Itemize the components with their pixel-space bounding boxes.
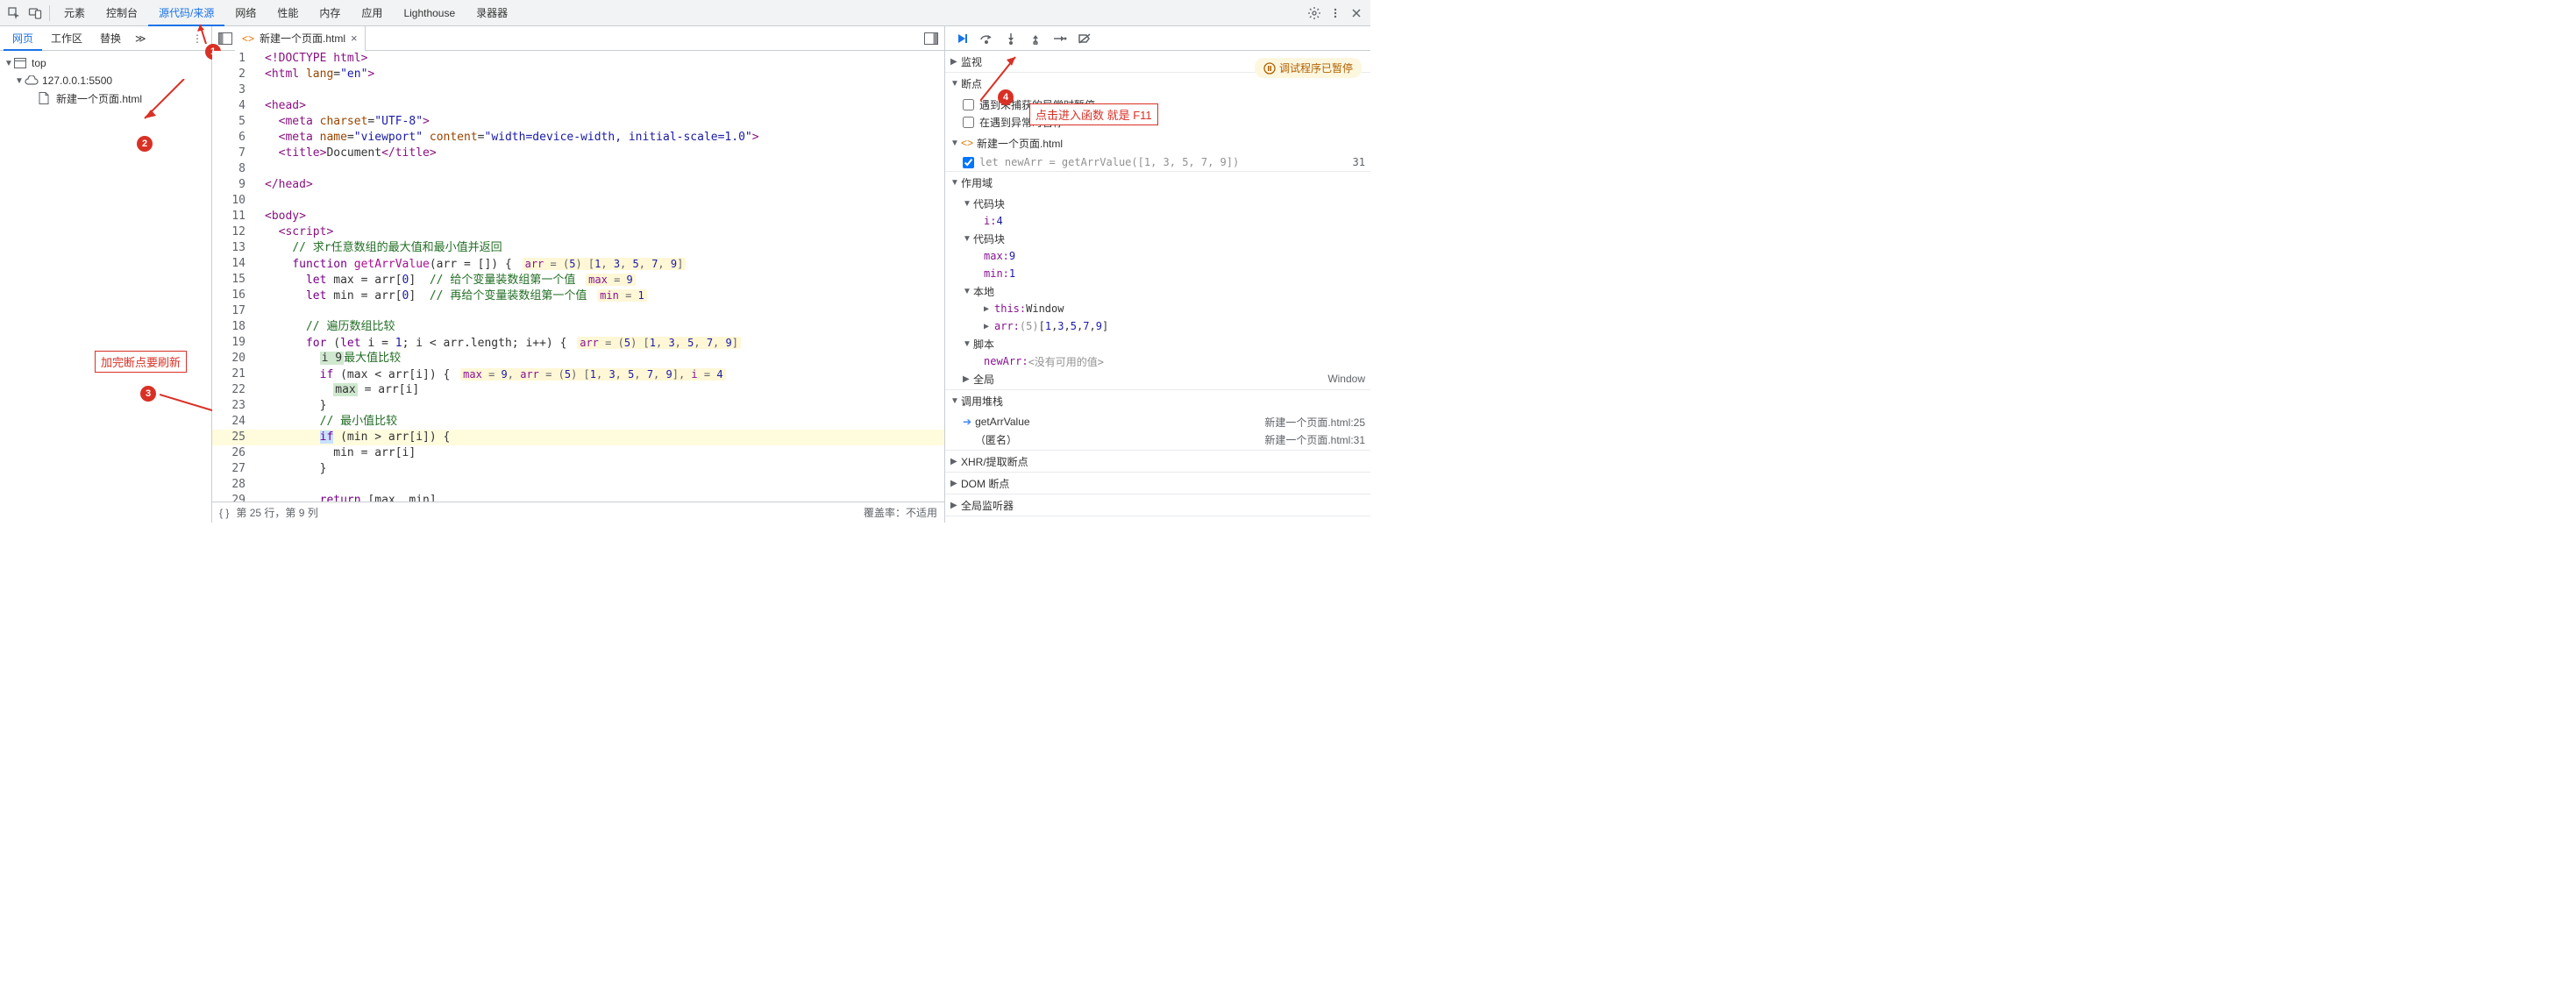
tree-top-label: top bbox=[32, 57, 46, 69]
bp-pause-caught[interactable]: 在遇到异常时暂停 bbox=[945, 113, 1370, 131]
scope-var-this[interactable]: ▶this: Window bbox=[945, 300, 1370, 317]
callstack-frame-1[interactable]: （匿名） 新建一个页面.html:31 bbox=[945, 431, 1370, 448]
scope-var-i: i: 4 bbox=[945, 212, 1370, 230]
close-devtools-icon[interactable] bbox=[1346, 3, 1367, 24]
resume-button[interactable] bbox=[950, 29, 973, 48]
window-icon bbox=[14, 58, 28, 68]
tree-file-label: 新建一个页面.html bbox=[56, 91, 142, 106]
callstack-section-header[interactable]: ▼调用堆栈 bbox=[945, 390, 1370, 411]
cloud-icon bbox=[25, 75, 39, 86]
nav-tab-page[interactable]: 网页 bbox=[4, 26, 42, 51]
scope-var-min: min: 1 bbox=[945, 265, 1370, 282]
tab-network[interactable]: 网络 bbox=[224, 0, 267, 26]
annotation-refresh: 加完断点要刷新 bbox=[95, 351, 187, 373]
tree-top[interactable]: ▼ top bbox=[0, 54, 211, 72]
tab-memory[interactable]: 内存 bbox=[309, 0, 351, 26]
deactivate-breakpoints-button[interactable] bbox=[1073, 29, 1096, 48]
toggle-debugger-icon[interactable] bbox=[922, 29, 941, 48]
devtools-top-tabs: 元素 控制台 源代码/来源 网络 性能 内存 应用 Lighthouse 录器器 bbox=[0, 0, 1370, 26]
callstack-frame-0[interactable]: ➔ getArrValue 新建一个页面.html:25 bbox=[945, 413, 1370, 431]
tab-recorder[interactable]: 录器器 bbox=[466, 0, 518, 26]
device-toggle-icon[interactable] bbox=[25, 3, 46, 24]
editor-panel: <> 新建一个页面.html × 1 1<!DOCTYPE html> 2<ht… bbox=[212, 26, 945, 523]
tree-origin[interactable]: ▼ 127.0.0.1:5500 bbox=[0, 72, 211, 89]
tab-sources[interactable]: 源代码/来源 bbox=[148, 0, 224, 26]
scope-block2[interactable]: ▼代码块 bbox=[945, 230, 1370, 247]
bp-pause-uncaught[interactable]: 遇到未捕获的异常时暂停 bbox=[945, 96, 1370, 113]
navigator-panel: 网页 工作区 替换 ≫ ⋮ ▼ top ▼ 127.0.0.1:5500 bbox=[0, 26, 212, 523]
step-out-button[interactable] bbox=[1024, 29, 1047, 48]
editor-tab[interactable]: <> 新建一个页面.html × bbox=[235, 26, 366, 51]
paused-badge: 调试程序已暂停 bbox=[1255, 58, 1362, 78]
debugger-panel: 调试程序已暂停 4 点击进入函数 就是 F11 ▶监视 ▼断点 bbox=[945, 26, 1370, 523]
settings-icon[interactable] bbox=[1304, 3, 1325, 24]
debug-toolbar bbox=[945, 26, 1370, 51]
cursor-position: 第 25 行，第 9 列 bbox=[236, 505, 317, 520]
file-icon bbox=[39, 92, 53, 104]
step-button[interactable] bbox=[1049, 29, 1071, 48]
editor-status-bar: { } 第 25 行，第 9 列 覆盖率：不适用 bbox=[212, 502, 944, 523]
scope-var-arr[interactable]: ▶arr: (5) [1, 3, 5, 7, 9] bbox=[945, 317, 1370, 335]
nav-tab-more[interactable]: ≫ bbox=[130, 32, 152, 45]
tab-elements[interactable]: 元素 bbox=[53, 0, 96, 26]
step-over-button[interactable] bbox=[975, 29, 998, 48]
current-frame-icon: ➔ bbox=[963, 416, 971, 428]
step-into-button[interactable] bbox=[1000, 29, 1022, 48]
bp-entry[interactable]: let newArr = getArrValue([1, 3, 5, 7, 9]… bbox=[945, 153, 1370, 171]
kebab-icon[interactable] bbox=[1325, 3, 1346, 24]
toggle-navigator-icon[interactable] bbox=[216, 29, 235, 48]
scope-script[interactable]: ▼脚本 bbox=[945, 335, 1370, 352]
tab-console[interactable]: 控制台 bbox=[96, 0, 148, 26]
listeners-section-header[interactable]: ▶全局监听器 bbox=[945, 495, 1370, 516]
inspect-icon[interactable] bbox=[4, 3, 25, 24]
scope-block1[interactable]: ▼代码块 bbox=[945, 195, 1370, 212]
brackets-icon[interactable]: { } bbox=[219, 507, 229, 519]
scope-section-header[interactable]: ▼作用域 bbox=[945, 172, 1370, 193]
editor-tab-label: 新建一个页面.html bbox=[260, 31, 345, 46]
annotation-badge-2: 2 bbox=[137, 136, 153, 152]
nav-tab-workspace[interactable]: 工作区 bbox=[42, 26, 91, 51]
html-file-icon: <> bbox=[961, 137, 973, 149]
tree-origin-label: 127.0.0.1:5500 bbox=[42, 75, 112, 87]
scope-var-max: max: 9 bbox=[945, 247, 1370, 265]
file-tree: ▼ top ▼ 127.0.0.1:5500 新建一个页面.html bbox=[0, 51, 211, 110]
close-tab-icon[interactable]: × bbox=[351, 32, 358, 45]
tab-performance[interactable]: 性能 bbox=[267, 0, 309, 26]
dom-section-header[interactable]: ▶DOM 断点 bbox=[945, 473, 1370, 494]
scope-var-newarr: newArr: <没有可用的值> bbox=[945, 352, 1370, 370]
nav-kebab-icon[interactable]: ⋮ bbox=[187, 32, 208, 45]
annotation-badge-3: 3 bbox=[140, 386, 156, 402]
scope-local[interactable]: ▼本地 bbox=[945, 282, 1370, 300]
xhr-section-header[interactable]: ▶XHR/提取断点 bbox=[945, 451, 1370, 472]
code-editor[interactable]: 1<!DOCTYPE html> 2<html lang="en"> 3 4<h… bbox=[212, 51, 944, 502]
tab-lighthouse[interactable]: Lighthouse bbox=[393, 0, 466, 26]
nav-tab-overrides[interactable]: 替换 bbox=[91, 26, 130, 51]
tree-file[interactable]: 新建一个页面.html bbox=[0, 89, 211, 107]
coverage-label: 覆盖率：不适用 bbox=[864, 505, 937, 520]
tab-application[interactable]: 应用 bbox=[351, 0, 393, 26]
scope-global[interactable]: ▶全局Window bbox=[945, 370, 1370, 388]
html-file-icon: <> bbox=[242, 32, 254, 45]
bp-file-header[interactable]: ▼ <> 新建一个页面.html bbox=[945, 132, 1370, 153]
